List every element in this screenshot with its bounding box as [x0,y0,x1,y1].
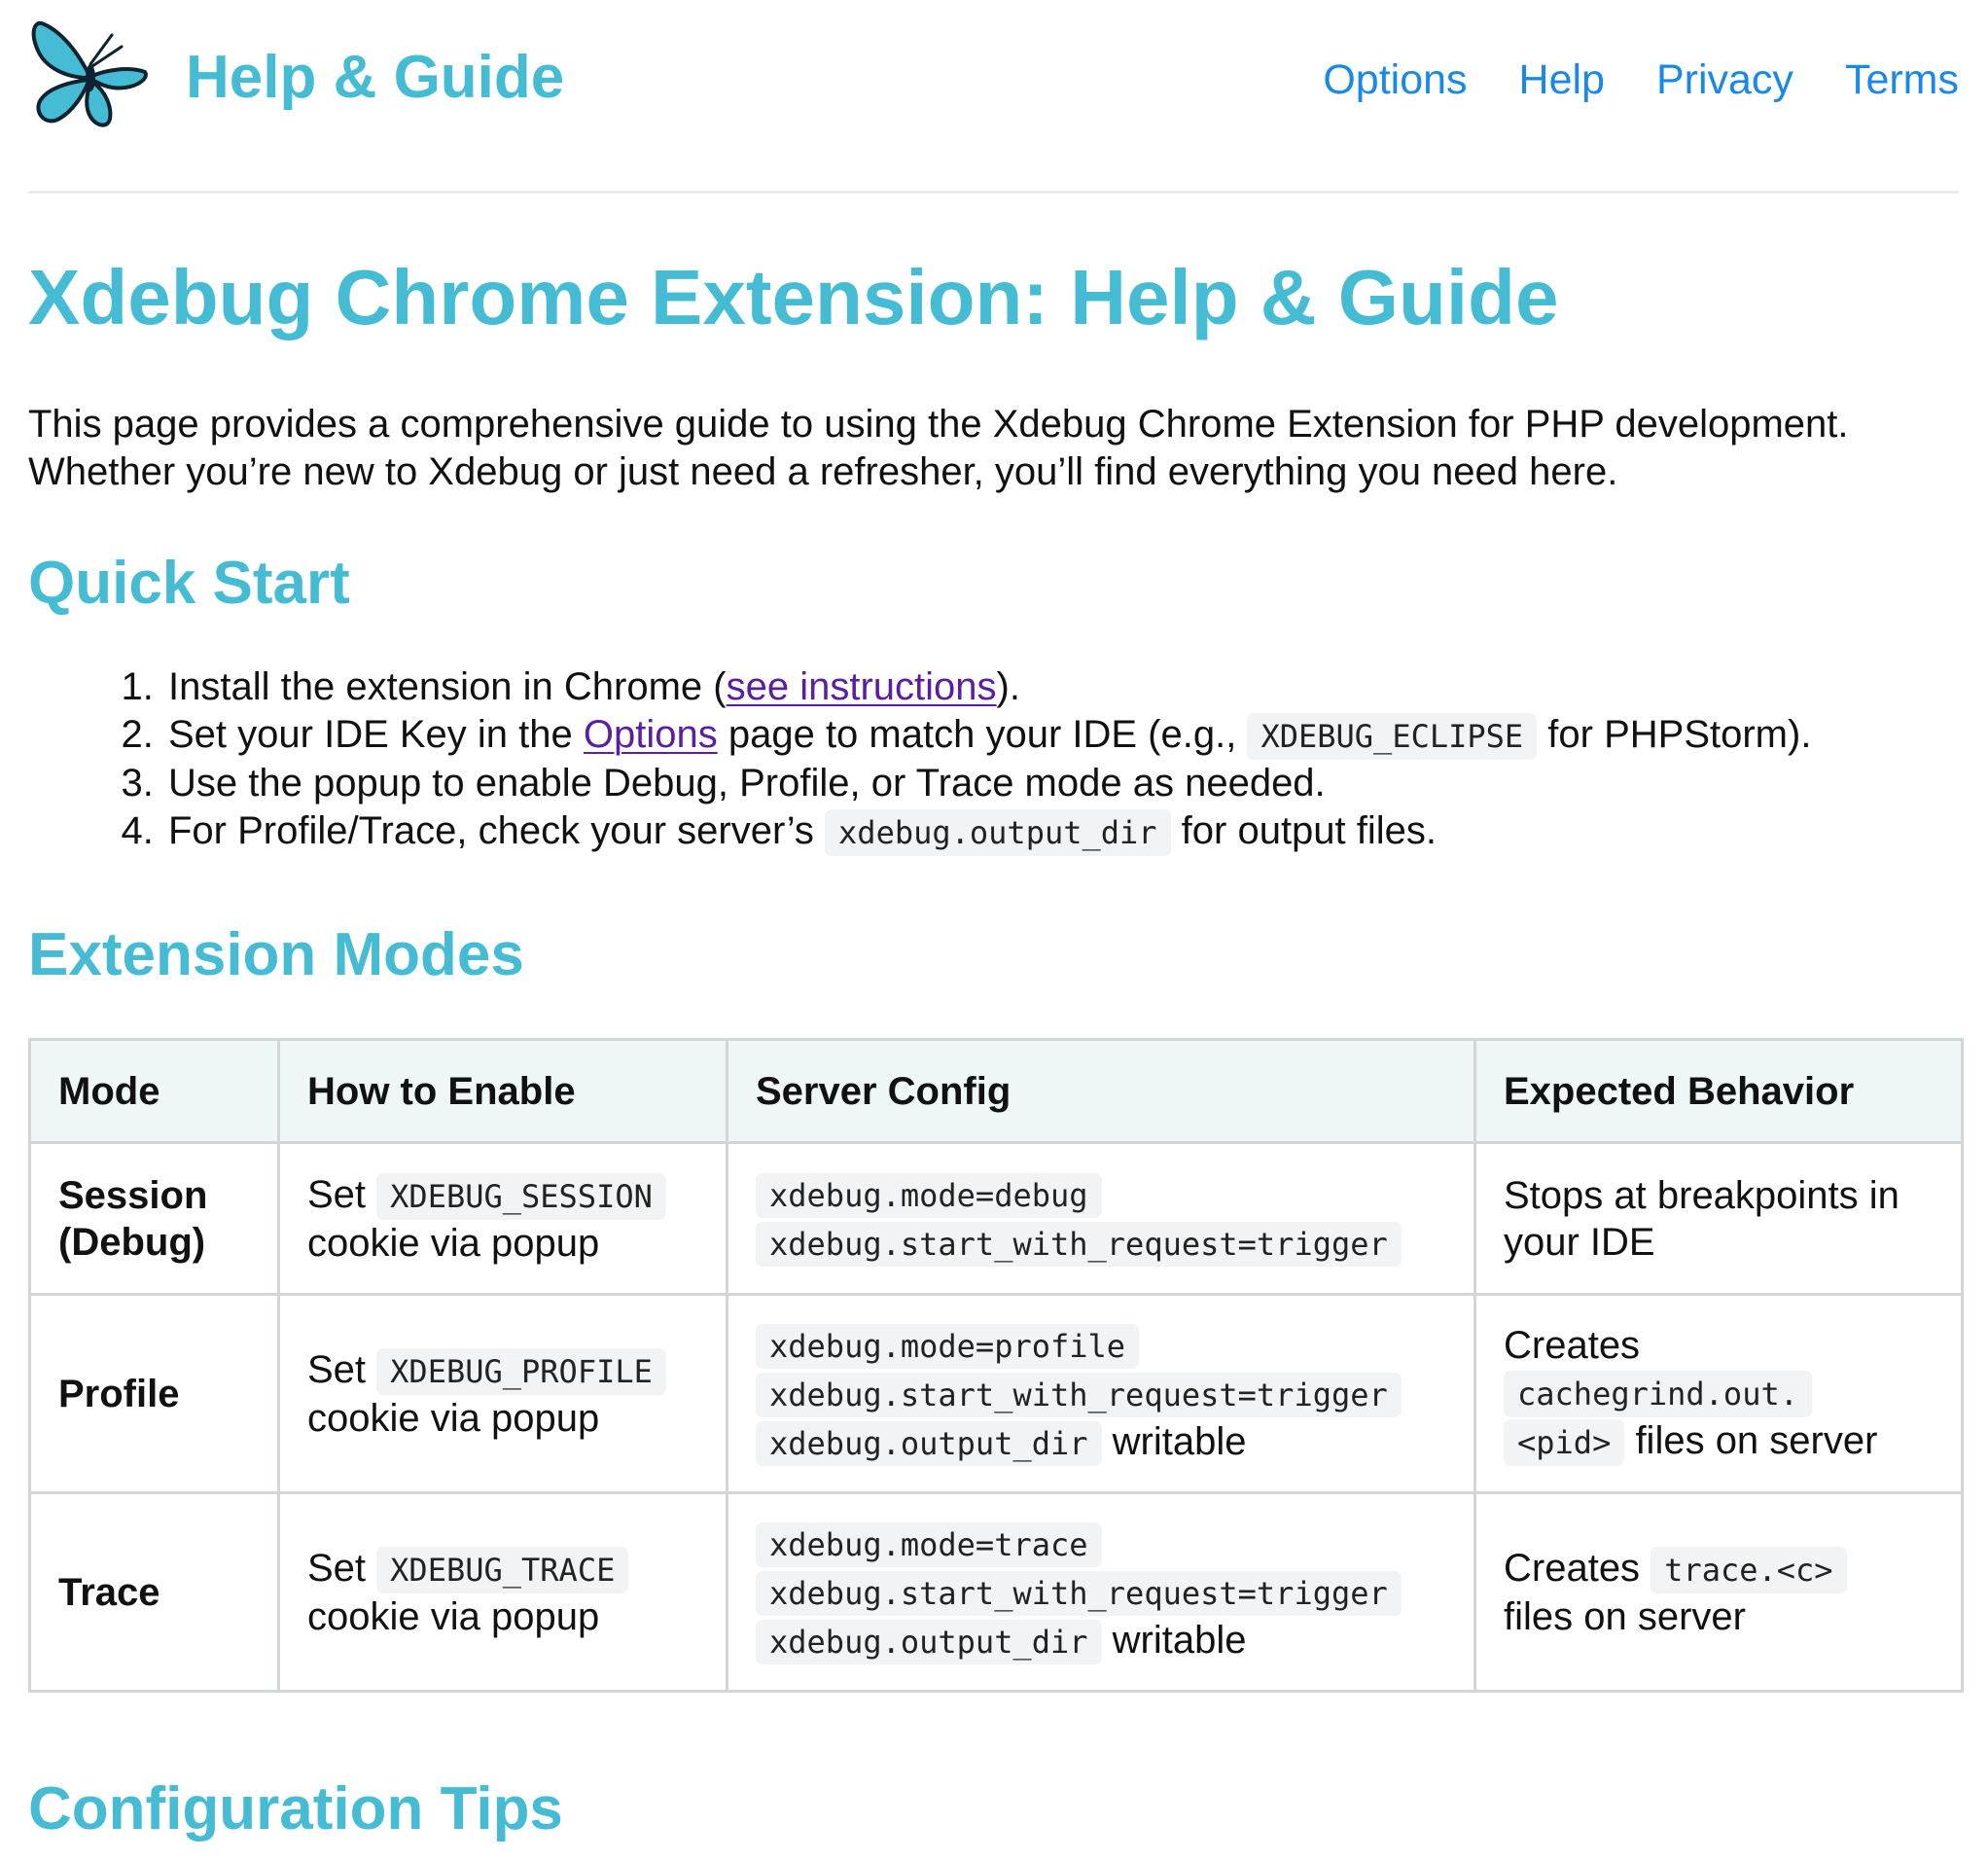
output-dir-code: xdebug.output_dir [825,808,1171,856]
cookie-code: XDEBUG_PROFILE [376,1347,666,1395]
table-row: Trace Set XDEBUG_TRACE cookie via popup x… [28,1491,1964,1693]
enable-cell: Set XDEBUG_PROFILE cookie via popup [277,1293,728,1494]
table-row: Profile Set XDEBUG_PROFILE cookie via pop… [28,1293,1964,1494]
cookie-code: XDEBUG_TRACE [376,1546,629,1593]
enable-text: Set [307,1172,377,1216]
list-item: Install the extension in Chrome (see ins… [164,663,1811,711]
step-text: Install the extension in Chrome ( [168,665,727,708]
list-item: Use the popup to enable Debug, Profile, … [164,760,1811,807]
config-text: writable [1101,1618,1247,1662]
intro-line-1: This page provides a comprehensive guide… [28,403,1849,446]
configuration-tips-heading: Configuration Tips [28,1775,563,1842]
step-text: Use the popup to enable Debug, Profile, … [168,762,1326,805]
mode-name: Session [58,1173,208,1217]
options-link[interactable]: Options [584,713,718,756]
enable-text: cookie via popup [307,1594,600,1638]
config-cell: xdebug.mode=profile xdebug.start_with_re… [726,1293,1476,1494]
step-text: ). [996,665,1020,708]
enable-text: cookie via popup [307,1221,600,1265]
enable-text: Set [307,1546,377,1590]
brand-title: Help & Guide [186,44,565,111]
site-header: Help & Guide Options Help Privacy Terms [28,0,1959,194]
nav-options-link[interactable]: Options [1323,56,1467,103]
behavior-text: Creates [1504,1546,1651,1590]
see-instructions-link[interactable]: see instructions [727,665,997,708]
config-code: xdebug.output_dir [756,1420,1102,1466]
step-text: Set your IDE Key in the [168,712,584,756]
mode-cell: Session (Debug) [28,1141,280,1296]
enable-text: cookie via popup [307,1396,600,1440]
config-code: xdebug.start_with_request=trigger [756,1372,1402,1417]
table-header-row: Mode How to Enable Server Config Expecte… [28,1038,1964,1144]
step-text: for PHPStorm). [1537,712,1812,756]
column-header-how-to-enable: How to Enable [277,1038,728,1144]
enable-text: Set [307,1347,377,1391]
mode-name-sub: (Debug) [58,1220,206,1264]
step-text: for output files. [1170,808,1438,852]
cookie-code: XDEBUG_SESSION [376,1172,666,1220]
nav-privacy-link[interactable]: Privacy [1656,56,1793,103]
behavior-text: files on server [1624,1418,1878,1462]
output-file-code: trace.<c> [1651,1546,1847,1593]
behavior-cell: Creates trace.<c> files on server [1473,1491,1964,1693]
nav-terms-link[interactable]: Terms [1845,56,1959,103]
config-code: xdebug.start_with_request=trigger [756,1570,1402,1616]
config-text: writable [1101,1419,1247,1463]
config-code: xdebug.mode=trace [756,1521,1102,1567]
config-cell: xdebug.mode=trace xdebug.start_with_requ… [726,1491,1476,1693]
table-row: Session (Debug) Set XDEBUG_SESSION cookie … [28,1141,1964,1296]
behavior-cell: Creates cachegrind.out. <pid> files on ser… [1473,1293,1964,1494]
step-text: For Profile/Trace, check your server’s [168,808,826,852]
enable-cell: Set XDEBUG_TRACE cookie via popup [277,1491,728,1693]
step-text: page to match your IDE (e.g., [717,712,1248,756]
list-item: Set your IDE Key in the Options page to … [164,711,1811,761]
top-nav: Options Help Privacy Terms [1271,51,1959,109]
mode-cell: Trace [28,1491,280,1693]
page-title: Xdebug Chrome Extension: Help & Guide [28,254,1559,340]
modes-table: Mode How to Enable Server Config Expecte… [28,1038,1964,1693]
quick-start-heading: Quick Start [28,550,350,617]
list-item: For Profile/Trace, check your server’s x… [164,807,1811,857]
column-header-mode: Mode [28,1038,280,1144]
config-code: xdebug.mode=debug [756,1172,1102,1218]
behavior-text: files on server [1504,1594,1746,1638]
intro-paragraph: This page provides a comprehensive guide… [28,401,1964,496]
behavior-cell: Stops at breakpoints in your IDE [1473,1141,1964,1296]
config-code: xdebug.output_dir [756,1619,1102,1664]
behavior-text: Creates [1504,1323,1641,1367]
extension-modes-heading: Extension Modes [28,921,524,988]
column-header-expected-behavior: Expected Behavior [1473,1038,1964,1144]
config-code: xdebug.start_with_request=trigger [756,1221,1402,1267]
column-header-server-config: Server Config [726,1038,1476,1144]
quick-start-list: Install the extension in Chrome (see ins… [28,663,1811,856]
ide-key-code: XDEBUG_ECLIPSE [1247,712,1538,760]
output-file-code: <pid> [1504,1418,1625,1466]
enable-cell: Set XDEBUG_SESSION cookie via popup [277,1141,728,1296]
config-code: xdebug.mode=profile [756,1323,1140,1369]
config-cell: xdebug.mode=debug xdebug.start_with_requ… [726,1141,1476,1296]
intro-line-2: Whether you’re new to Xdebug or just nee… [28,450,1618,493]
nav-help-link[interactable]: Help [1519,56,1605,103]
butterfly-icon[interactable] [28,18,150,134]
mode-cell: Profile [28,1293,280,1494]
output-file-code: cachegrind.out. [1504,1370,1812,1417]
help-page: Help & Guide Options Help Privacy Terms Xde… [0,0,1988,1860]
